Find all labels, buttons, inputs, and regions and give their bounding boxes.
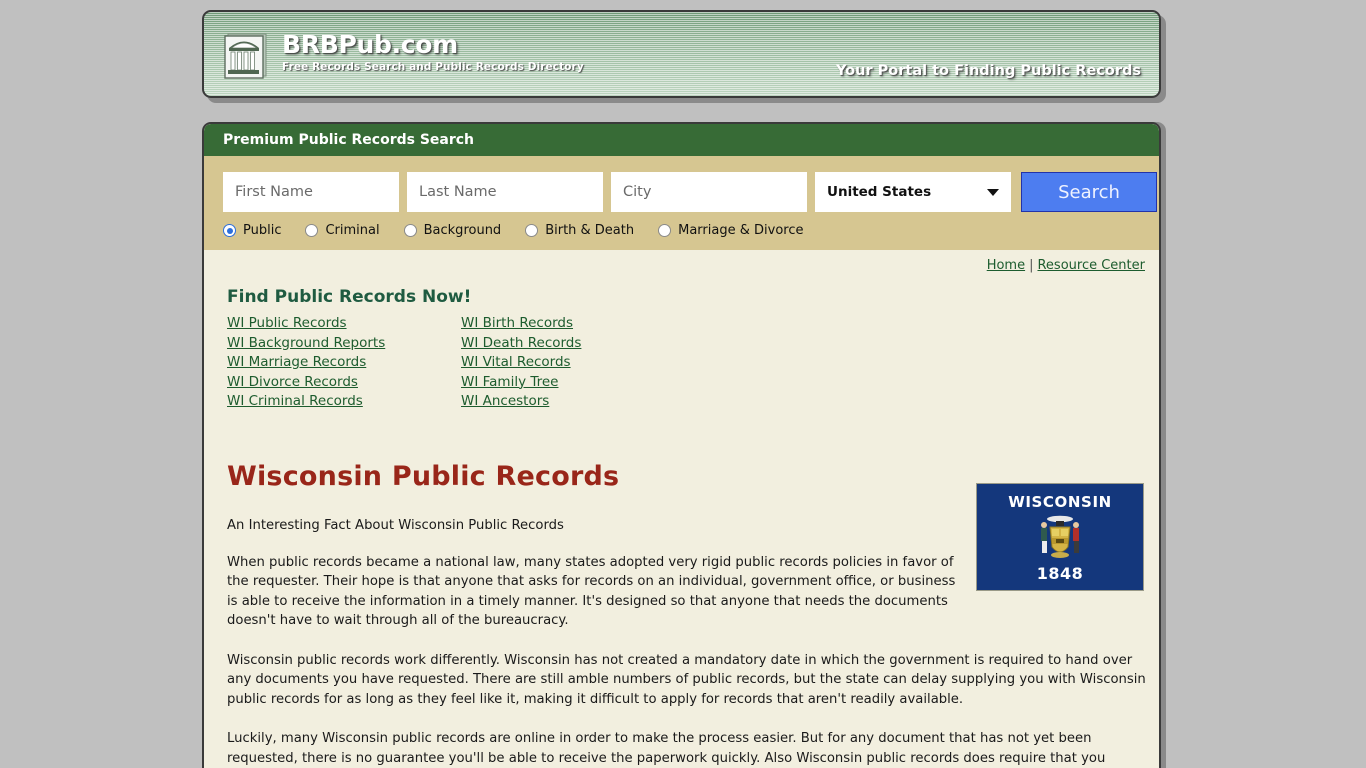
radio-label-background: Background xyxy=(423,223,502,238)
record-type-radio-group: Public Criminal Background Birth & Death… xyxy=(223,223,1159,240)
radio-button-criminal[interactable] xyxy=(305,224,319,237)
article-lead: An Interesting Fact About Wisconsin Publ… xyxy=(227,517,564,533)
classical-building-icon xyxy=(222,32,268,80)
page-container: BRBPub.com Free Records Search and Publi… xyxy=(202,0,1165,768)
site-subtitle: Free Records Search and Public Records D… xyxy=(282,61,584,74)
link-wi-public-records[interactable]: WI Public Records xyxy=(227,314,347,334)
radio-item-public[interactable]: Public xyxy=(223,223,281,238)
radio-label-birth-death: Birth & Death xyxy=(545,223,635,238)
find-records-title: Find Public Records Now! xyxy=(227,287,472,307)
search-panel-header: Premium Public Records Search xyxy=(204,124,1159,156)
chevron-down-icon xyxy=(987,189,999,196)
radio-item-background[interactable]: Background xyxy=(403,223,502,238)
link-wi-divorce-records[interactable]: WI Divorce Records xyxy=(227,373,358,393)
search-form-row: United States Search xyxy=(223,172,1159,212)
link-wi-vital-records[interactable]: WI Vital Records xyxy=(461,353,571,373)
radio-label-marriage-divorce: Marriage & Divorce xyxy=(678,223,804,238)
article-paragraph-3: Luckily, many Wisconsin public records a… xyxy=(227,731,1106,766)
link-wi-family-tree[interactable]: WI Family Tree xyxy=(461,373,558,393)
secondary-nav: Home | Resource Center xyxy=(204,250,1159,273)
find-records-section: Find Public Records Now! WI Public Recor… xyxy=(204,273,1159,412)
country-select[interactable]: United States xyxy=(815,172,1011,212)
brand-block: BRBPub.com Free Records Search and Publi… xyxy=(282,30,584,74)
radio-button-public[interactable] xyxy=(223,224,236,237)
search-button[interactable]: Search xyxy=(1021,172,1157,212)
article-paragraph-2: Wisconsin public records work differentl… xyxy=(227,652,1146,707)
site-title: BRBPub.com xyxy=(282,30,458,59)
find-records-columns: WI Public Records WI Background Reports … xyxy=(227,314,1159,412)
link-wi-ancestors[interactable]: WI Ancestors xyxy=(461,392,549,412)
nav-separator: | xyxy=(1029,258,1034,273)
state-seal-icon xyxy=(1030,513,1090,565)
radio-label-public: Public xyxy=(243,223,282,238)
content-container: Premium Public Records Search United Sta… xyxy=(202,122,1161,768)
nav-link-home[interactable]: Home xyxy=(987,258,1025,273)
first-name-input[interactable] xyxy=(223,172,399,212)
article-paragraph-1: When public records became a national la… xyxy=(227,554,956,629)
site-banner: BRBPub.com Free Records Search and Publi… xyxy=(202,10,1161,98)
link-wi-death-records[interactable]: WI Death Records xyxy=(461,334,581,354)
nav-link-resource-center[interactable]: Resource Center xyxy=(1037,258,1145,273)
link-wi-criminal-records[interactable]: WI Criminal Records xyxy=(227,392,363,412)
find-records-column-left: WI Public Records WI Background Reports … xyxy=(227,314,461,412)
radio-item-criminal[interactable]: Criminal xyxy=(305,223,380,238)
radio-label-criminal: Criminal xyxy=(325,223,380,238)
article-section: Wisconsin Public Records An Interesting … xyxy=(204,412,1159,768)
search-panel: United States Search Public Criminal Bac… xyxy=(204,156,1159,250)
search-panel-title: Premium Public Records Search xyxy=(223,132,475,148)
site-tagline: Your Portal to Finding Public Records xyxy=(836,63,1141,79)
country-select-value: United States xyxy=(827,184,932,200)
radio-button-background[interactable] xyxy=(403,224,417,237)
link-wi-background-reports[interactable]: WI Background Reports xyxy=(227,334,385,354)
flag-year: 1848 xyxy=(1036,563,1084,583)
radio-button-marriage-divorce[interactable] xyxy=(658,224,672,237)
link-wi-marriage-records[interactable]: WI Marriage Records xyxy=(227,353,366,373)
flag-state-name: WISCONSIN xyxy=(1008,492,1112,511)
radio-button-birth-death[interactable] xyxy=(525,224,539,237)
radio-item-birth-death[interactable]: Birth & Death xyxy=(525,223,634,238)
city-input[interactable] xyxy=(611,172,807,212)
find-records-column-right: WI Birth Records WI Death Records WI Vit… xyxy=(461,314,695,412)
last-name-input[interactable] xyxy=(407,172,603,212)
radio-item-marriage-divorce[interactable]: Marriage & Divorce xyxy=(658,223,803,238)
wisconsin-state-flag: WISCONSIN 1848 xyxy=(976,482,1144,591)
link-wi-birth-records[interactable]: WI Birth Records xyxy=(461,314,573,334)
